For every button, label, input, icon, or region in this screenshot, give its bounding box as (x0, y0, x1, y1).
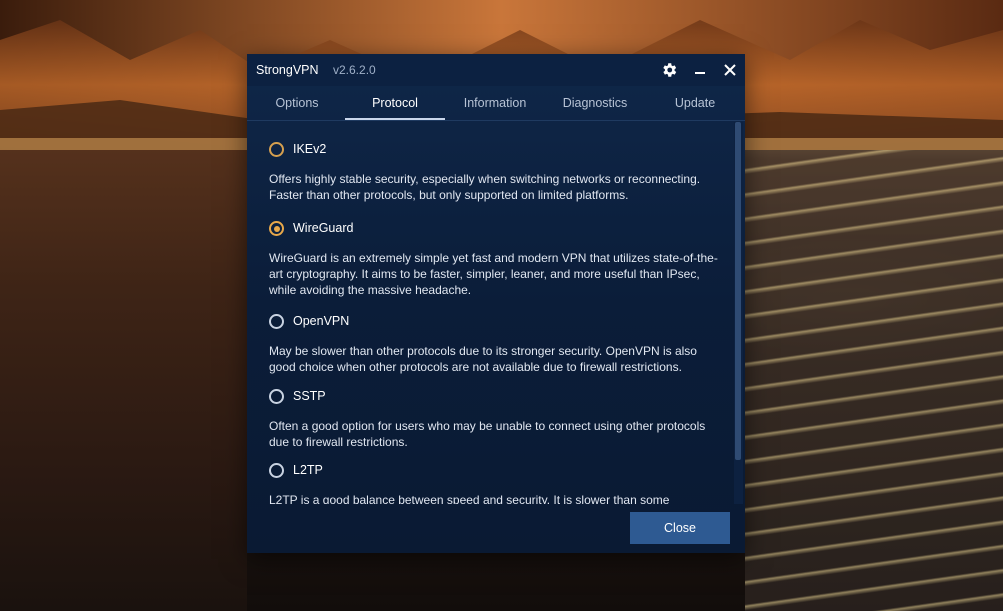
protocol-label: WireGuard (293, 221, 354, 235)
radio-l2tp[interactable]: L2TP (269, 462, 719, 484)
radio-button[interactable] (269, 314, 284, 329)
protocol-label: OpenVPN (293, 314, 350, 328)
protocol-description: L2TP is a good balance between speed and… (269, 493, 670, 504)
protocol-option-openvpn: OpenVPN May be slower than other protoco… (269, 313, 719, 375)
beach-sand (0, 150, 247, 611)
radio-button[interactable] (269, 463, 284, 478)
radio-button[interactable] (269, 142, 284, 157)
radio-openvpn[interactable]: OpenVPN (269, 313, 719, 335)
tab-update[interactable]: Update (645, 88, 745, 118)
gear-icon[interactable] (657, 58, 681, 82)
scrollbar-thumb[interactable] (735, 122, 741, 460)
radio-ikev2[interactable]: IKEv2 (269, 141, 719, 163)
protocol-label: SSTP (293, 389, 326, 403)
radio-wireguard[interactable]: WireGuard (269, 220, 719, 242)
title-bar[interactable]: StrongVPN v2.6.2.0 (247, 54, 745, 86)
settings-window: StrongVPN v2.6.2.0 Options Protocol Info… (247, 54, 745, 553)
protocol-label: L2TP (293, 463, 323, 477)
protocol-description: May be slower than other protocols due t… (269, 344, 697, 374)
scrollbar[interactable] (734, 122, 743, 504)
tab-information[interactable]: Information (445, 88, 545, 118)
tab-diagnostics[interactable]: Diagnostics (545, 88, 645, 118)
sea-waves (745, 150, 1003, 611)
app-version: v2.6.2.0 (333, 63, 376, 77)
minimize-icon[interactable] (688, 58, 712, 82)
protocol-option-ikev2: IKEv2 Offers highly stable security, esp… (269, 141, 719, 203)
protocol-option-sstp: SSTP Often a good option for users who m… (269, 388, 719, 450)
protocol-option-l2tp: L2TP L2TP is a good balance between spee… (269, 462, 719, 504)
tab-bar: Options Protocol Information Diagnostics… (247, 88, 745, 121)
protocol-description: Offers highly stable security, especiall… (269, 172, 701, 202)
radio-button[interactable] (269, 389, 284, 404)
protocol-description: Often a good option for users who may be… (269, 419, 706, 449)
dialog-footer: Close (247, 504, 745, 553)
protocol-option-wireguard: WireGuard WireGuard is an extremely simp… (269, 220, 719, 298)
tab-options[interactable]: Options (247, 88, 347, 118)
protocol-label: IKEv2 (293, 142, 327, 156)
radio-sstp[interactable]: SSTP (269, 388, 719, 410)
tab-protocol[interactable]: Protocol (345, 88, 445, 120)
protocol-description: WireGuard is an extremely simple yet fas… (269, 251, 718, 297)
protocol-list: IKEv2 Offers highly stable security, esp… (247, 122, 733, 504)
close-button[interactable]: Close (630, 512, 730, 544)
radio-button-selected[interactable] (269, 221, 284, 236)
close-icon[interactable] (718, 58, 742, 82)
app-name: StrongVPN (256, 63, 319, 77)
